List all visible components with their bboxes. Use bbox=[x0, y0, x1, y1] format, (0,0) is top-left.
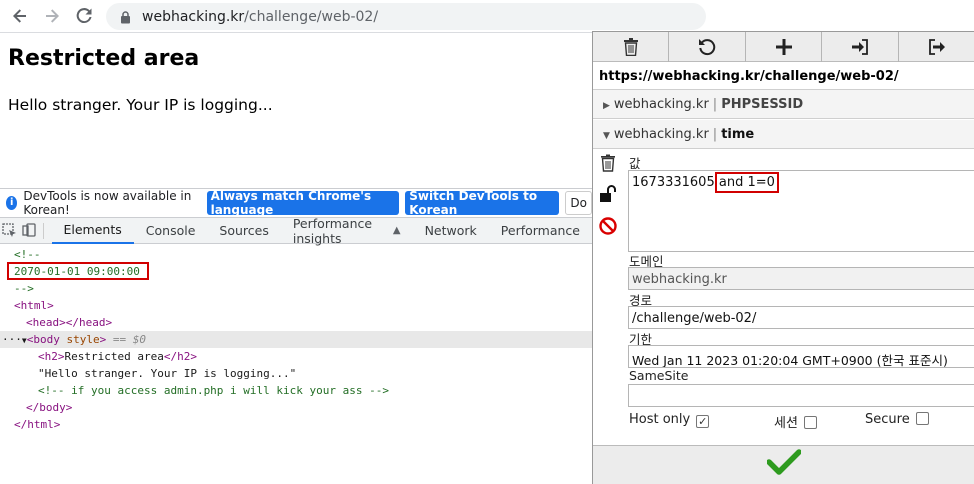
value-textarea[interactable]: 1673331605 and 1=0 bbox=[628, 170, 974, 252]
session-option[interactable]: 세션 bbox=[774, 412, 817, 431]
samesite-label: SameSite bbox=[629, 368, 689, 383]
tab-performance[interactable]: Performance bbox=[489, 218, 592, 244]
export-button[interactable] bbox=[899, 32, 974, 62]
session-checkbox[interactable] bbox=[803, 416, 817, 429]
tree-h2-open: <h2> bbox=[38, 350, 65, 363]
samesite-select[interactable] bbox=[628, 384, 974, 407]
domain-field: webhacking.kr bbox=[628, 267, 974, 290]
switch-language-button[interactable]: Switch DevTools to Korean bbox=[405, 189, 560, 217]
tab-performance-insights[interactable]: Performance insights ▲ bbox=[281, 215, 413, 246]
tab-sources[interactable]: Sources bbox=[207, 218, 280, 244]
tree-html-open[interactable]: <html> bbox=[14, 297, 54, 314]
tab-network[interactable]: Network bbox=[413, 218, 489, 244]
tree-h2-close: </h2> bbox=[163, 350, 197, 363]
import-icon bbox=[851, 39, 868, 55]
session-label: 세션 bbox=[774, 416, 798, 431]
infobar-message: DevTools is now available in Korean! bbox=[23, 188, 192, 217]
highlight-box-value bbox=[714, 172, 779, 193]
cookie-url: https://webhacking.kr/challenge/web-02/ bbox=[593, 63, 974, 90]
tree-body-open: <body bbox=[26, 333, 60, 346]
cookie-row-phpsessid[interactable]: ▶ webhacking.kr | PHPSESSID bbox=[593, 90, 974, 119]
cookie-footer bbox=[593, 445, 974, 484]
device-toolbar-icon[interactable] bbox=[19, 218, 38, 244]
tab-performance-insights-label: Performance insights bbox=[292, 215, 373, 246]
cookie-name: time bbox=[721, 127, 755, 142]
cookie-actions bbox=[597, 152, 619, 246]
tree-body-eq: == $0 bbox=[112, 333, 146, 346]
separator: | bbox=[712, 127, 718, 142]
secure-label: Secure bbox=[865, 412, 910, 427]
screen: webhacking.kr/challenge/web-02/ Restrict… bbox=[0, 0, 974, 484]
tree-h2[interactable]: <h2>Restricted area</h2> bbox=[38, 348, 197, 365]
address-bar[interactable]: webhacking.kr/challenge/web-02/ bbox=[106, 3, 706, 30]
host-only-label: Host only bbox=[629, 412, 691, 427]
url-host: webhacking.kr bbox=[142, 8, 245, 25]
match-language-button[interactable]: Always match Chrome's language bbox=[206, 189, 400, 217]
cookie-editor-panel: https://webhacking.kr/challenge/web-02/ … bbox=[592, 31, 974, 484]
expanded-arrow-icon: ▼ bbox=[603, 131, 610, 141]
tree-body-attr: style bbox=[66, 333, 100, 346]
tree-body-text[interactable]: "Hello stranger. Your IP is logging..." bbox=[38, 365, 296, 382]
page-title: Restricted area bbox=[8, 46, 200, 71]
path-field[interactable]: /challenge/web-02/ bbox=[628, 306, 974, 329]
plus-icon bbox=[775, 39, 792, 55]
delete-all-button[interactable] bbox=[593, 32, 670, 62]
reload-icon[interactable] bbox=[68, 0, 100, 32]
cookie-domain: webhacking.kr bbox=[613, 127, 709, 142]
url-path: /challenge/web-02/ bbox=[244, 8, 379, 25]
tree-comment-open[interactable]: <!-- bbox=[14, 246, 41, 263]
secure-checkbox[interactable] bbox=[915, 412, 929, 425]
inspect-element-icon[interactable] bbox=[0, 218, 19, 244]
tree-body-line[interactable]: ···▼<body style> == $0 bbox=[2, 331, 146, 348]
lock-icon bbox=[120, 10, 132, 23]
back-icon[interactable] bbox=[4, 0, 36, 32]
value-part2-wrap: and 1=0 bbox=[714, 172, 779, 193]
info-icon: i bbox=[6, 195, 18, 210]
host-only-option[interactable]: Host only ✓ bbox=[629, 412, 710, 428]
ellipsis-icon: ··· bbox=[2, 333, 22, 346]
expires-field[interactable]: Wed Jan 11 2023 01:20:04 GMT+0900 (한국 표준… bbox=[628, 345, 974, 368]
secure-option[interactable]: Secure bbox=[865, 412, 929, 427]
block-icon[interactable] bbox=[597, 215, 619, 237]
dont-show-button[interactable]: Do bbox=[565, 190, 593, 215]
devtools-infobar: i DevTools is now available in Korean! A… bbox=[0, 188, 593, 217]
tree-comment-close[interactable]: --> bbox=[14, 280, 34, 297]
flask-icon: ▲ bbox=[392, 225, 401, 236]
highlight-box-comment bbox=[7, 262, 149, 280]
tab-console[interactable]: Console bbox=[134, 218, 208, 244]
page-text: Hello stranger. Your IP is logging... bbox=[8, 96, 273, 114]
tree-head[interactable]: <head></head> bbox=[26, 314, 112, 331]
devtools-tabbar: Elements Console Sources Performance ins… bbox=[0, 215, 592, 246]
unlock-icon[interactable] bbox=[597, 183, 619, 205]
forward-icon[interactable] bbox=[36, 0, 68, 32]
import-button[interactable] bbox=[822, 32, 899, 62]
tree-hidden-comment[interactable]: <!-- if you access admin.php i will kick… bbox=[38, 382, 389, 399]
host-only-checkbox[interactable]: ✓ bbox=[696, 415, 710, 428]
cookie-row-time[interactable]: ▼ webhacking.kr | time bbox=[593, 120, 974, 149]
tree-html-end[interactable]: </html> bbox=[14, 416, 60, 433]
tab-elements[interactable]: Elements bbox=[51, 218, 134, 244]
reset-button[interactable] bbox=[669, 32, 746, 62]
cookie-name: PHPSESSID bbox=[721, 97, 804, 112]
save-checkmark-icon[interactable] bbox=[766, 448, 802, 483]
collapsed-arrow-icon: ▶ bbox=[603, 101, 610, 111]
add-cookie-button[interactable] bbox=[746, 32, 823, 62]
undo-icon bbox=[699, 39, 716, 56]
toolbar-divider bbox=[42, 222, 44, 239]
trash-icon bbox=[623, 38, 638, 56]
separator: | bbox=[712, 97, 718, 112]
export-icon bbox=[928, 39, 945, 55]
value-part1: 1673331605 bbox=[632, 175, 715, 190]
delete-cookie-icon[interactable] bbox=[597, 152, 619, 174]
browser-toolbar: webhacking.kr/challenge/web-02/ bbox=[0, 0, 974, 33]
elements-tree: <!-- 2070-01-01 09:00:00 --> <html> <hea… bbox=[0, 244, 592, 484]
cookie-domain: webhacking.kr bbox=[613, 97, 709, 112]
cookie-toolbar bbox=[593, 32, 974, 62]
tree-h2-text: Restricted area bbox=[64, 350, 164, 363]
tree-body-end[interactable]: </body> bbox=[26, 399, 72, 416]
tree-body-bracket: > bbox=[99, 333, 107, 346]
